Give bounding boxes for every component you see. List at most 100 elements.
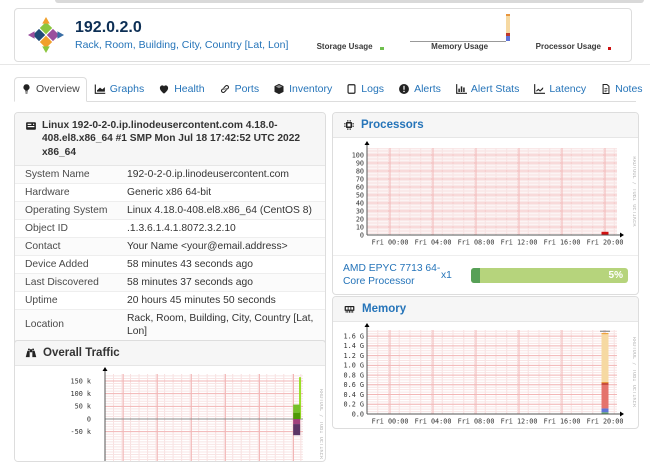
svg-text:50 k: 50 k <box>75 403 91 411</box>
tab-overview[interactable]: Overview <box>14 77 87 102</box>
overall-traffic-graph[interactable]: 150 k100 k50 k0-50 kFri 00:00Fri 04:00Fr… <box>15 366 325 462</box>
memory-header: Memory <box>333 297 638 322</box>
tab-label: Latency <box>549 83 586 95</box>
tab-alert-stats[interactable]: Alert Stats <box>448 77 526 102</box>
svg-text:70: 70 <box>356 175 364 183</box>
device-tab-bar: Overview GraphsHealth Ports Inventory Logs Al… <box>14 71 636 102</box>
svg-text:Fri 12:00: Fri 12:00 <box>501 418 538 426</box>
svg-text:Fri 00:00: Fri 00:00 <box>372 418 409 426</box>
table-row: Object ID.1.3.6.1.4.1.8072.3.2.10 <box>15 219 325 237</box>
tab-alerts[interactable]: Alerts <box>391 77 448 102</box>
row-label: Operating System <box>25 204 127 217</box>
cpu-count: x1 <box>441 269 471 282</box>
svg-text:Fri 12:00: Fri 12:00 <box>501 239 538 247</box>
svg-text:Fri 20:00: Fri 20:00 <box>587 239 624 247</box>
svg-text:1.0 G: 1.0 G <box>344 362 364 370</box>
device-location-link[interactable]: Rack, Room, Building, City, Country [Lat… <box>75 39 288 51</box>
table-row: ContactYour Name <your@email.address> <box>15 237 325 255</box>
logs-icon <box>346 83 357 95</box>
lightbulb-icon <box>21 83 32 95</box>
svg-text:0: 0 <box>360 231 364 239</box>
device-hostname-link[interactable]: 192.0.2.0 <box>75 19 288 37</box>
cpu-row: AMD EPYC 7713 64-Core Processor x1 5% <box>333 256 638 294</box>
overall-traffic-header: Overall Traffic <box>15 341 325 366</box>
svg-text:100 k: 100 k <box>71 390 91 398</box>
tab-logs[interactable]: Logs <box>339 77 391 102</box>
svg-text:0: 0 <box>87 415 91 423</box>
tab-label: Alert Stats <box>471 83 519 95</box>
table-row: Operating SystemLinux 4.18.0-408.el8.x86… <box>15 201 325 219</box>
processor-mini-graph[interactable]: Processor Usage <box>536 42 611 51</box>
panel-title: Memory <box>362 303 406 315</box>
svg-text:1.6 G: 1.6 G <box>344 332 364 340</box>
svg-text:-50 k: -50 k <box>71 428 91 436</box>
device-info-panel: Linux 192-0-2-0.ip.linodeusercontent.com… <box>14 112 326 361</box>
row-value: 20 hours 45 minutes 50 seconds <box>127 294 315 307</box>
svg-text:0.0: 0.0 <box>352 410 364 418</box>
cpu-usage-value: 5% <box>609 269 623 282</box>
table-row: Uptime20 hours 45 minutes 50 seconds <box>15 291 325 309</box>
row-value: 58 minutes 43 seconds ago <box>127 258 315 271</box>
svg-text:80: 80 <box>356 167 364 175</box>
bar-chart-icon <box>455 83 467 95</box>
memory-usage-label: Memory Usage <box>410 42 510 51</box>
binoculars-icon <box>25 347 37 359</box>
row-value: Rack, Room, Building, City, Country [Lat… <box>127 312 315 338</box>
svg-text:40: 40 <box>356 199 364 207</box>
tab-health[interactable]: Health <box>151 77 211 102</box>
svg-text:RRDTOOL / TOBI OETIKER: RRDTOOL / TOBI OETIKER <box>318 389 323 460</box>
tab-graphs[interactable]: Graphs <box>87 77 151 102</box>
processor-usage-label: Processor Usage <box>536 42 601 51</box>
svg-text:0.4 G: 0.4 G <box>344 391 364 399</box>
tab-label: Alerts <box>414 83 441 95</box>
processors-panel: Processors 0102030405060708090100Fri 00:… <box>332 112 639 295</box>
svg-text:0.2 G: 0.2 G <box>344 401 364 409</box>
tab-latency[interactable]: Latency <box>526 77 593 102</box>
svg-text:Fri 16:00: Fri 16:00 <box>544 239 581 247</box>
svg-text:RRDTOOL / TOBI OETIKER: RRDTOOL / TOBI OETIKER <box>631 337 636 408</box>
row-label: Object ID <box>25 222 127 235</box>
row-label: Last Discovered <box>25 276 127 289</box>
server-icon <box>25 120 37 159</box>
svg-text:Fri 16:00: Fri 16:00 <box>544 418 581 426</box>
processors-header: Processors <box>333 113 638 138</box>
tab-label: Inventory <box>289 83 332 95</box>
memory-sparkline <box>410 12 510 42</box>
row-label: Location <box>25 318 127 331</box>
tab-label: Overview <box>36 83 80 95</box>
memory-graph[interactable]: 0.00.2 G0.4 G0.6 G0.8 G1.0 G1.2 G1.4 G1.… <box>333 322 638 429</box>
svg-text:Fri 08:00: Fri 08:00 <box>458 239 495 247</box>
centos-logo-icon <box>27 16 65 54</box>
svg-text:150 k: 150 k <box>71 377 91 385</box>
memory-mini-graph[interactable]: Memory Usage <box>410 12 510 51</box>
device-header-card: 192.0.2.0 Rack, Room, Building, City, Co… <box>14 8 632 62</box>
svg-text:20: 20 <box>356 215 364 223</box>
processors-graph[interactable]: 0102030405060708090100Fri 00:00Fri 04:00… <box>333 138 638 256</box>
table-row: System Name192-0-2-0.ip.linodeuserconten… <box>15 166 325 183</box>
header-divider <box>0 64 650 65</box>
notes-icon <box>600 83 611 95</box>
tab-ports[interactable]: Ports <box>212 77 267 102</box>
tab-label: Ports <box>235 83 260 95</box>
tab-notes[interactable]: Notes <box>593 77 649 102</box>
device-identity: 192.0.2.0 Rack, Room, Building, City, Co… <box>75 19 288 51</box>
top-divider <box>55 0 644 3</box>
svg-text:30: 30 <box>356 207 364 215</box>
overall-traffic-panel: Overall Traffic 150 k100 k50 k0-50 kFri … <box>14 340 326 462</box>
cpu-name-link[interactable]: AMD EPYC 7713 64-Core Processor <box>343 262 441 288</box>
storage-usage-label: Storage Usage <box>317 42 373 51</box>
row-value: .1.3.6.1.4.1.8072.3.2.10 <box>127 222 315 235</box>
memory-panel: Memory 0.00.2 G0.4 G0.6 G0.8 G1.0 G1.2 G… <box>332 296 639 429</box>
alert-circle-icon <box>398 83 410 95</box>
heart-icon <box>158 84 170 95</box>
svg-text:0.8 G: 0.8 G <box>344 371 364 379</box>
area-chart-icon <box>94 83 106 95</box>
row-label: Uptime <box>25 294 127 307</box>
svg-text:1.2 G: 1.2 G <box>344 352 364 360</box>
line-chart-icon <box>533 83 545 95</box>
tab-inventory[interactable]: Inventory <box>266 77 339 102</box>
row-label: System Name <box>25 168 127 181</box>
storage-mini-graph[interactable]: Storage Usage <box>317 42 384 51</box>
memory-icon <box>343 303 356 315</box>
row-value: Generic x86 64-bit <box>127 186 315 199</box>
